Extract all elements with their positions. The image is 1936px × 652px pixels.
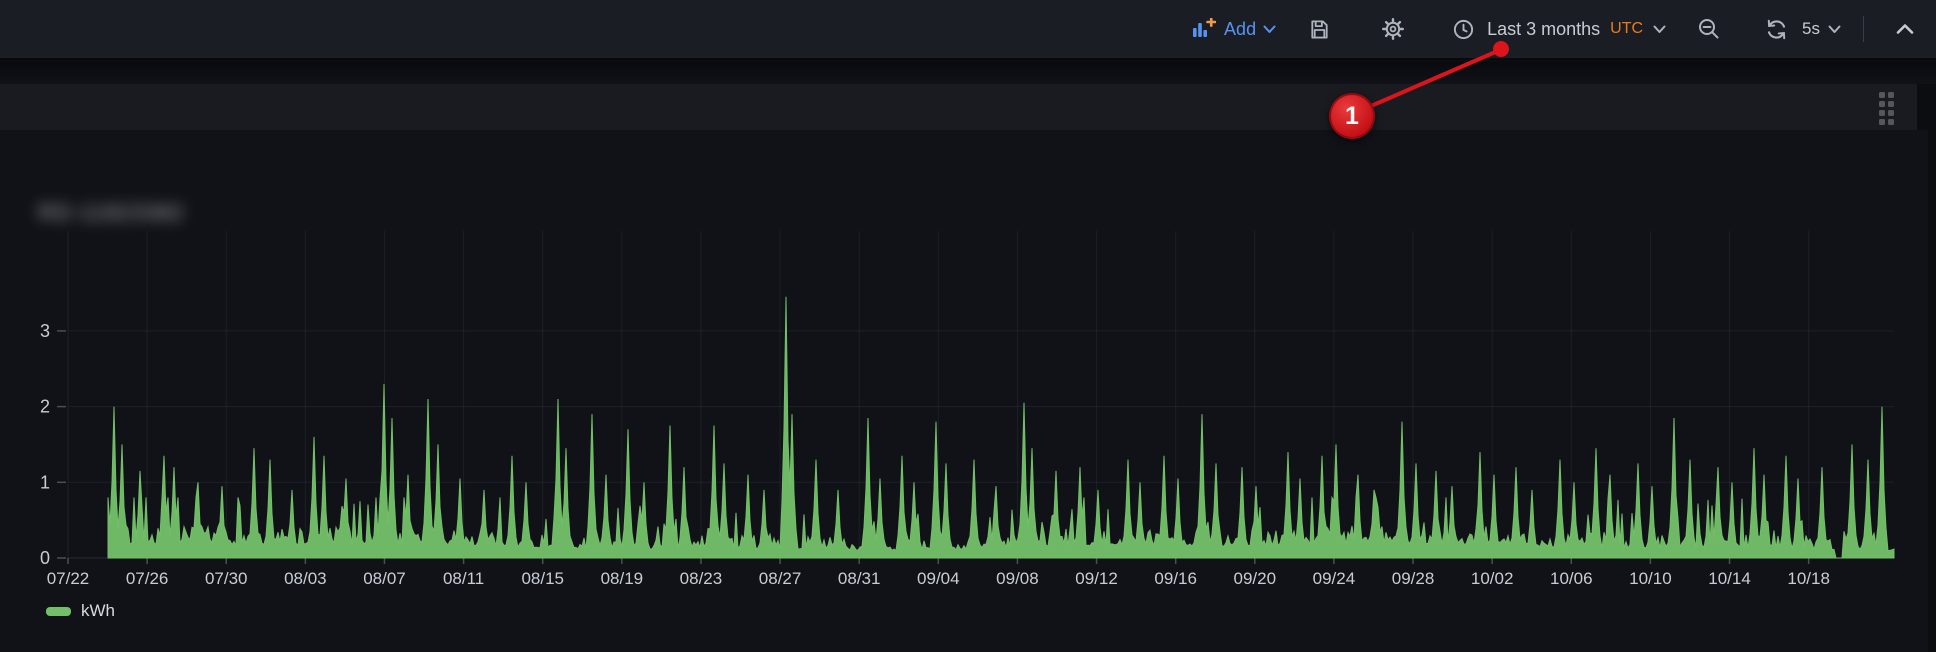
svg-text:10/10: 10/10	[1629, 569, 1672, 588]
legend-label-kwh[interactable]: kWh	[81, 601, 115, 621]
svg-text:3: 3	[40, 321, 50, 341]
kwh-chart[interactable]: 07/22 07/26 07/30 08/03 08/07 08/11 08/15 08/19…	[0, 0, 1936, 652]
chart-legend: kWh	[46, 601, 115, 621]
svg-text:1: 1	[40, 472, 50, 492]
svg-text:09/04: 09/04	[917, 569, 960, 588]
svg-text:10/02: 10/02	[1471, 569, 1514, 588]
svg-text:07/22: 07/22	[47, 569, 90, 588]
svg-text:09/16: 09/16	[1154, 569, 1197, 588]
svg-text:08/03: 08/03	[284, 569, 327, 588]
svg-text:07/26: 07/26	[126, 569, 169, 588]
svg-text:08/15: 08/15	[521, 569, 564, 588]
svg-text:07/30: 07/30	[205, 569, 248, 588]
grafana-dashboard: Add	[0, 0, 1936, 652]
svg-text:10/06: 10/06	[1550, 569, 1593, 588]
svg-text:08/23: 08/23	[680, 569, 723, 588]
svg-text:08/07: 08/07	[363, 569, 406, 588]
svg-text:2: 2	[40, 397, 50, 417]
svg-text:09/12: 09/12	[1075, 569, 1118, 588]
legend-swatch-kwh	[46, 607, 71, 616]
svg-text:09/28: 09/28	[1392, 569, 1435, 588]
svg-text:08/27: 08/27	[759, 569, 802, 588]
svg-text:09/24: 09/24	[1313, 569, 1356, 588]
svg-text:08/11: 08/11	[443, 569, 484, 588]
svg-text:09/20: 09/20	[1234, 569, 1277, 588]
svg-text:08/31: 08/31	[838, 569, 881, 588]
svg-text:0: 0	[40, 548, 50, 568]
svg-text:09/08: 09/08	[996, 569, 1039, 588]
svg-text:10/18: 10/18	[1787, 569, 1830, 588]
svg-text:08/19: 08/19	[601, 569, 644, 588]
svg-text:10/14: 10/14	[1708, 569, 1751, 588]
